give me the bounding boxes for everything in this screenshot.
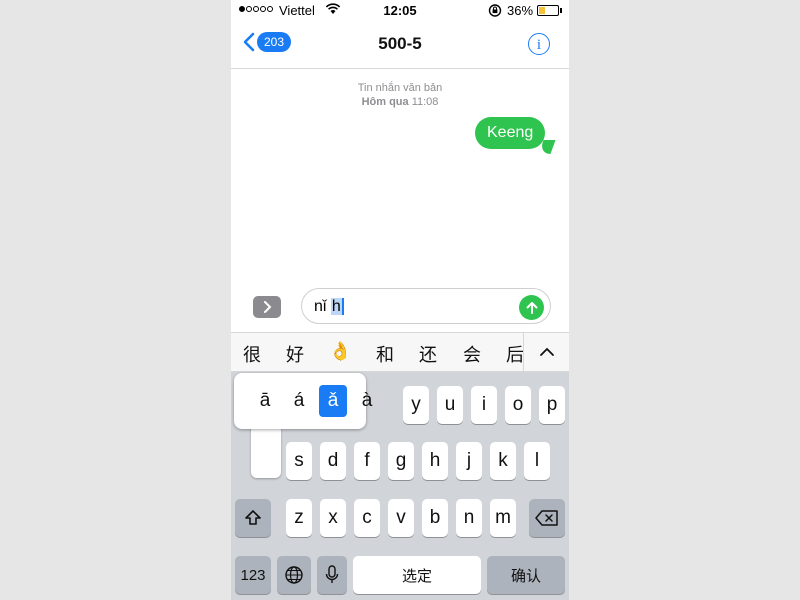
dictation-key[interactable] xyxy=(317,556,347,594)
chevron-up-icon xyxy=(540,347,554,356)
send-button[interactable] xyxy=(519,295,544,320)
candidate-expand-button[interactable] xyxy=(523,333,569,371)
candidate-item[interactable]: 👌 xyxy=(329,341,351,362)
key-h[interactable]: h xyxy=(422,442,448,480)
key-s[interactable]: s xyxy=(286,442,312,480)
microphone-icon xyxy=(325,565,339,583)
message-input[interactable]: nǐ h xyxy=(301,288,551,324)
message-type-label: Tin nhắn văn bản xyxy=(357,82,443,94)
key-b[interactable]: b xyxy=(422,499,448,537)
candidate-item[interactable]: 好 xyxy=(286,341,304,367)
message-timestamp: Hôm qua 11:08 xyxy=(231,96,569,108)
key-o[interactable]: o xyxy=(505,386,531,424)
confirm-key[interactable]: 确认 xyxy=(487,556,565,594)
key-i[interactable]: i xyxy=(471,386,497,424)
accent-option[interactable]: à xyxy=(353,385,381,417)
backspace-icon xyxy=(535,510,558,526)
key-u[interactable]: u xyxy=(437,386,463,424)
key-k[interactable]: k xyxy=(490,442,516,480)
key-y[interactable]: y xyxy=(403,386,429,424)
key-c[interactable]: c xyxy=(354,499,380,537)
sent-message-bubble[interactable]: Keeng xyxy=(475,117,546,149)
input-marked-text: h xyxy=(330,298,344,315)
battery-level-fill xyxy=(539,7,545,14)
globe-icon xyxy=(285,566,303,584)
key-j[interactable]: j xyxy=(456,442,482,480)
input-committed-text: nǐ xyxy=(314,298,327,315)
key-x[interactable]: x xyxy=(320,499,346,537)
key-l[interactable]: l xyxy=(524,442,550,480)
battery-tip xyxy=(560,8,562,13)
phone-screen: Viettel 12:05 36% 203 500-5 i Tin nhắn v… xyxy=(231,0,569,600)
key-f[interactable]: f xyxy=(354,442,380,480)
candidate-item[interactable]: 会 xyxy=(463,341,481,367)
key-g[interactable]: g xyxy=(388,442,414,480)
candidate-item[interactable]: 和 xyxy=(376,341,394,367)
key-d[interactable]: d xyxy=(320,442,346,480)
key-m[interactable]: m xyxy=(490,499,516,537)
arrow-up-icon xyxy=(526,301,537,314)
candidate-item[interactable]: 很 xyxy=(243,341,261,367)
accent-option[interactable]: ā xyxy=(251,385,279,417)
accent-option[interactable]: á xyxy=(285,385,313,417)
backspace-key[interactable] xyxy=(529,499,565,537)
chevron-right-icon xyxy=(264,301,272,313)
conversation-title: 500-5 xyxy=(378,34,422,53)
shift-key[interactable] xyxy=(235,499,271,537)
message-day: Hôm qua xyxy=(361,96,409,108)
message-input-text: nǐ h xyxy=(314,298,344,316)
battery-percentage: 36% xyxy=(507,3,534,18)
key-p[interactable]: p xyxy=(539,386,565,424)
candidate-item[interactable]: 还 xyxy=(419,341,437,367)
candidate-item[interactable]: 后 xyxy=(506,341,524,367)
key-z[interactable]: z xyxy=(286,499,312,537)
candidate-bar: 很 好 👌 和 还 会 后 xyxy=(231,332,569,372)
info-button[interactable]: i xyxy=(528,33,550,55)
battery-icon xyxy=(537,5,559,16)
message-time: 11:08 xyxy=(411,96,439,108)
accent-popup: ā á ǎ à xyxy=(234,373,372,429)
numbers-key[interactable]: 123 xyxy=(235,556,271,594)
apps-expand-button[interactable] xyxy=(253,296,281,318)
globe-key[interactable] xyxy=(277,556,311,594)
space-key[interactable]: 选定 xyxy=(353,556,481,594)
accent-option-selected[interactable]: ǎ xyxy=(319,385,347,417)
status-bar: Viettel 12:05 36% xyxy=(231,0,569,22)
rotation-lock-icon xyxy=(488,4,502,20)
key-n[interactable]: n xyxy=(456,499,482,537)
key-v[interactable]: v xyxy=(388,499,414,537)
navigation-bar: 203 500-5 i xyxy=(231,22,569,69)
shift-icon xyxy=(245,510,261,525)
